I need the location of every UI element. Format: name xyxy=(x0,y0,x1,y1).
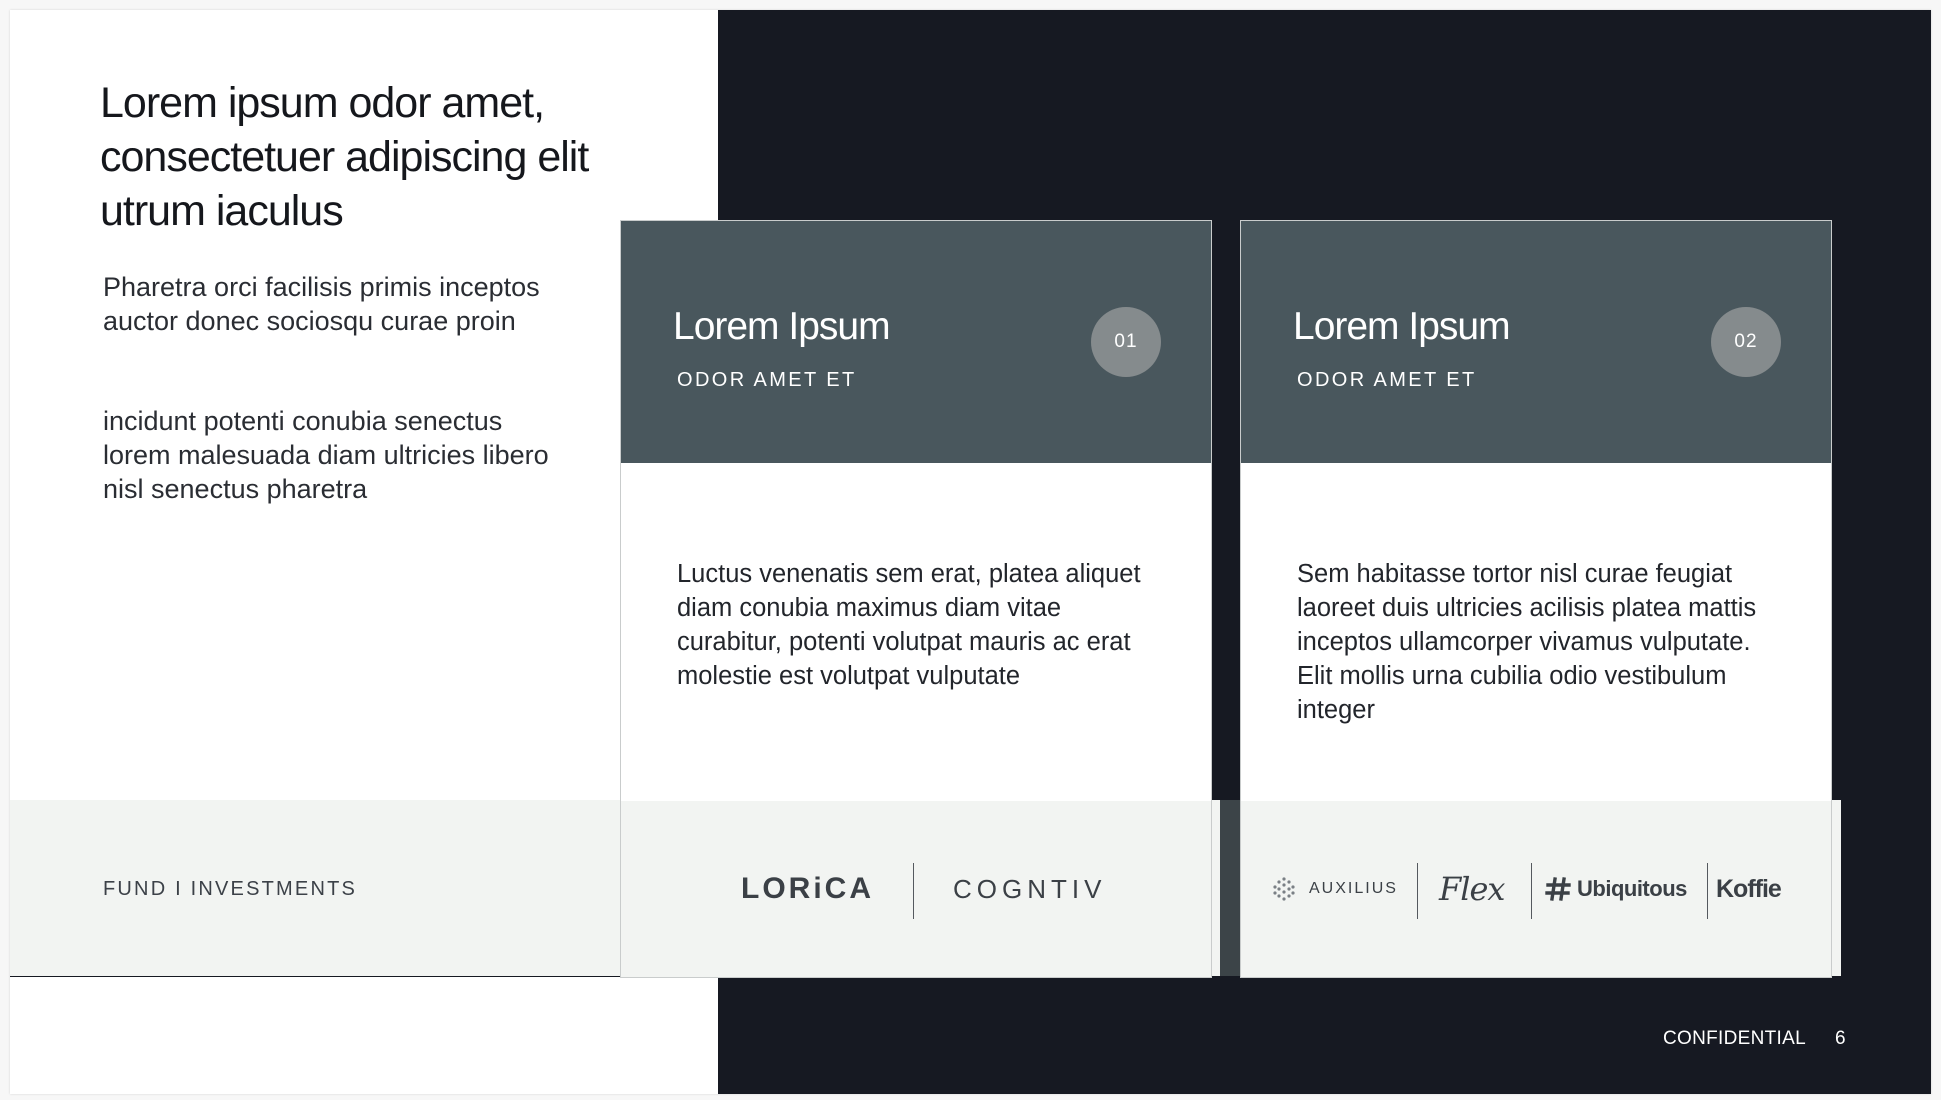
card-title: Lorem Ipsum xyxy=(673,305,891,348)
intro-paragraph-1: Pharetra orci facilisis primis inceptos … xyxy=(103,272,540,336)
auxilius-wordmark: AUXILIUS xyxy=(1309,880,1398,897)
koffie-logo: Koffie xyxy=(1716,874,1782,903)
logo-divider xyxy=(1417,863,1418,919)
card-body-text: Sem habitasse tortor nisl curae feugiat … xyxy=(1297,560,1757,724)
card-logo-strip: LORiCA COGNTIV xyxy=(621,801,1211,977)
card-header: Lorem Ipsum ODOR AMET ET 02 xyxy=(1241,221,1831,463)
ubiquitous-wordmark: Ubiquitous xyxy=(1577,876,1687,901)
card-subtitle: ODOR AMET ET xyxy=(1297,369,1477,391)
slide: Lorem ipsum odor amet, consectetuer adip… xyxy=(0,0,1941,1100)
hash-icon xyxy=(1545,877,1571,901)
fund-label: FUND I INVESTMENTS xyxy=(103,878,358,900)
slide-canvas: Lorem ipsum odor amet, consectetuer adip… xyxy=(10,10,1931,1094)
flex-logo: Flex xyxy=(1439,870,1505,908)
page-number: 6 xyxy=(1835,1028,1846,1049)
logo-divider xyxy=(1707,863,1708,919)
intro-paragraph-2: incidunt potenti conubia senectus lorem … xyxy=(103,406,549,504)
cogntiv-logo: COGNTIV xyxy=(953,873,1107,904)
lorica-logo: LORiCA xyxy=(741,872,874,905)
card-number-badge: 02 xyxy=(1711,307,1781,377)
confidential-label: CONFIDENTIAL xyxy=(1663,1028,1806,1049)
card-01: Lorem Ipsum ODOR AMET ET 01 Luctus venen… xyxy=(620,220,1212,978)
card-number-badge: 01 xyxy=(1091,307,1161,377)
ubiquitous-logo: Ubiquitous xyxy=(1545,801,1687,977)
auxilius-logo: AUXILIUS xyxy=(1271,801,1398,977)
logo-divider xyxy=(1531,863,1532,919)
footer-rule xyxy=(10,976,718,977)
logo-divider xyxy=(913,863,914,919)
dotted-hexagon-icon xyxy=(1273,877,1295,901)
slide-title: Lorem ipsum odor amet, consectetuer adip… xyxy=(100,79,589,235)
card-subtitle: ODOR AMET ET xyxy=(677,369,857,391)
card-02: Lorem Ipsum ODOR AMET ET 02 Sem habitass… xyxy=(1240,220,1832,978)
card-logo-strip: AUXILIUS Flex Ubiquitous Koffie xyxy=(1241,801,1831,977)
card-header: Lorem Ipsum ODOR AMET ET 01 xyxy=(621,221,1211,463)
card-body-text: Luctus venenatis sem erat, platea alique… xyxy=(677,560,1141,690)
card-title: Lorem Ipsum xyxy=(1293,305,1511,348)
